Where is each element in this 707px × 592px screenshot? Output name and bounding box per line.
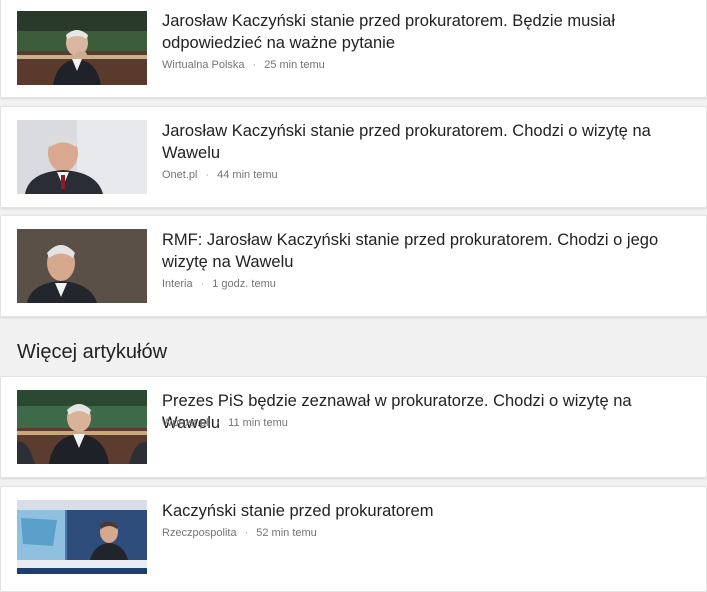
article-thumbnail[interactable]: [17, 120, 147, 194]
article-card[interactable]: Jarosław Kaczyński stanie przed prokurat…: [0, 0, 707, 98]
article-thumbnail[interactable]: [17, 229, 147, 303]
article-meta: Wprost.pl · 11 min temu: [162, 416, 288, 430]
article-headline[interactable]: RMF: Jarosław Kaczyński stanie przed pro…: [162, 229, 694, 273]
meta-separator: ·: [216, 417, 221, 429]
article-meta: Onet.pl · 44 min temu: [162, 168, 278, 182]
article-thumbnail[interactable]: [17, 500, 147, 574]
article-source[interactable]: Interia: [162, 278, 193, 290]
article-card[interactable]: RMF: Jarosław Kaczyński stanie przed pro…: [0, 215, 707, 317]
meta-separator: ·: [205, 169, 210, 181]
article-headline[interactable]: Kaczyński stanie przed prokuratorem: [162, 500, 694, 522]
article-time: 1 godz. temu: [212, 278, 276, 290]
article-time: 11 min temu: [228, 417, 288, 429]
article-headline[interactable]: Jarosław Kaczyński stanie przed prokurat…: [162, 120, 694, 164]
article-thumbnail[interactable]: [17, 390, 147, 464]
article-time: 52 min temu: [256, 527, 317, 539]
article-card[interactable]: Kaczyński stanie przed prokuratorem Rzec…: [0, 486, 707, 592]
article-time: 44 min temu: [217, 169, 278, 181]
article-meta: Wirtualna Polska · 25 min temu: [162, 58, 325, 72]
article-card[interactable]: Jarosław Kaczyński stanie przed prokurat…: [0, 106, 707, 208]
meta-separator: ·: [252, 59, 257, 71]
article-source[interactable]: Rzeczpospolita: [162, 527, 237, 539]
article-headline[interactable]: Jarosław Kaczyński stanie przed prokurat…: [162, 10, 694, 54]
article-source[interactable]: Wprost.pl: [162, 417, 208, 429]
article-time: 25 min temu: [264, 59, 325, 71]
article-thumbnail[interactable]: [17, 11, 147, 85]
article-meta: Interia · 1 godz. temu: [162, 277, 276, 291]
article-source[interactable]: Wirtualna Polska: [162, 59, 245, 71]
article-card[interactable]: Prezes PiS będzie zeznawał w prokuratorz…: [0, 376, 707, 478]
meta-separator: ·: [244, 527, 249, 539]
meta-separator: ·: [200, 278, 205, 290]
section-title: Więcej artykułów: [17, 341, 168, 363]
article-meta: Rzeczpospolita · 52 min temu: [162, 526, 317, 540]
article-source[interactable]: Onet.pl: [162, 169, 197, 181]
